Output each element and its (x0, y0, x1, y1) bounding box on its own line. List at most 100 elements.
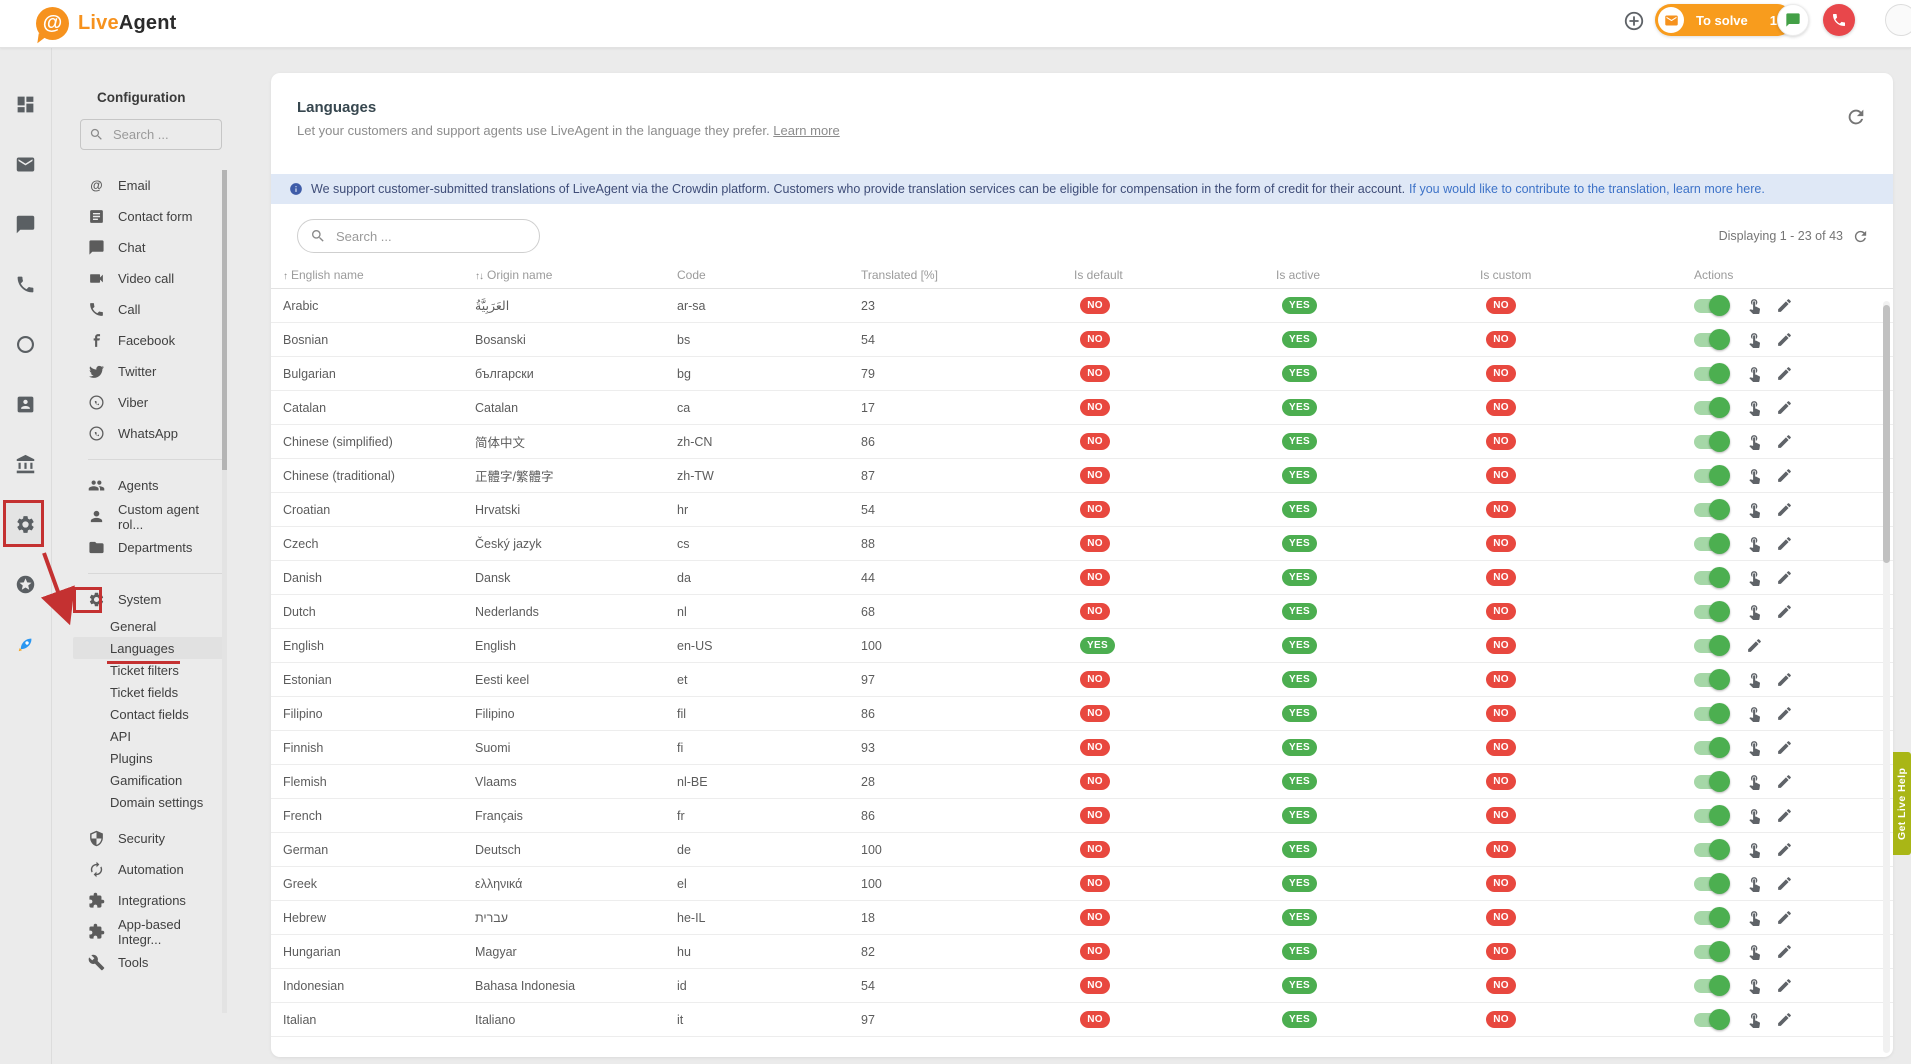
active-toggle[interactable] (1694, 469, 1727, 483)
learn-more-link[interactable]: Learn more (773, 123, 839, 138)
set-default-button[interactable] (1746, 297, 1763, 314)
set-default-button[interactable] (1746, 603, 1763, 620)
active-toggle[interactable] (1694, 333, 1727, 347)
edit-button[interactable] (1776, 297, 1793, 314)
active-toggle[interactable] (1694, 707, 1727, 721)
set-default-button[interactable] (1746, 875, 1763, 892)
edit-button[interactable] (1776, 467, 1793, 484)
add-button[interactable] (1623, 10, 1649, 36)
edit-button[interactable] (1776, 875, 1793, 892)
sidebar-subitem-languages[interactable]: Languages (73, 637, 227, 659)
active-toggle[interactable] (1694, 571, 1727, 585)
rail-item-billing[interactable] (0, 434, 51, 494)
set-default-button[interactable] (1746, 365, 1763, 382)
active-toggle[interactable] (1694, 299, 1727, 313)
edit-button[interactable] (1776, 773, 1793, 790)
active-toggle[interactable] (1694, 741, 1727, 755)
set-default-button[interactable] (1746, 977, 1763, 994)
active-toggle[interactable] (1694, 775, 1727, 789)
active-toggle[interactable] (1694, 809, 1727, 823)
sidebar-search-input[interactable] (111, 126, 211, 143)
set-default-button[interactable] (1746, 399, 1763, 416)
sidebar-item-automation[interactable]: Automation (52, 854, 227, 885)
edit-button[interactable] (1776, 1011, 1793, 1028)
set-default-button[interactable] (1746, 909, 1763, 926)
active-toggle[interactable] (1694, 673, 1727, 687)
sidebar-item-departments[interactable]: Departments (52, 532, 227, 563)
rail-item-calls[interactable] (0, 254, 51, 314)
table-search[interactable] (297, 219, 540, 253)
set-default-button[interactable] (1746, 943, 1763, 960)
set-default-button[interactable] (1746, 569, 1763, 586)
edit-button[interactable] (1776, 705, 1793, 722)
active-toggle[interactable] (1694, 979, 1727, 993)
sidebar-scrollbar-thumb[interactable] (222, 170, 227, 470)
active-toggle[interactable] (1694, 605, 1727, 619)
sidebar-subitem-gamification[interactable]: Gamification (52, 769, 227, 791)
edit-button[interactable] (1776, 331, 1793, 348)
sidebar-item-system[interactable]: System (52, 584, 227, 615)
sidebar-subitem-api[interactable]: API (52, 725, 227, 747)
calls-status-button[interactable] (1823, 4, 1855, 36)
set-default-button[interactable] (1746, 705, 1763, 722)
column-header-is-active[interactable]: Is active (1276, 268, 1480, 282)
edit-button[interactable] (1776, 399, 1793, 416)
edit-button[interactable] (1776, 433, 1793, 450)
sidebar-item-integrations[interactable]: Integrations (52, 885, 227, 916)
edit-button[interactable] (1776, 841, 1793, 858)
set-default-button[interactable] (1746, 331, 1763, 348)
rail-item-activity[interactable] (0, 314, 51, 374)
sidebar-item-video-call[interactable]: Video call (52, 263, 227, 294)
rail-item-chats[interactable] (0, 194, 51, 254)
banner-link[interactable]: If you would like to contribute to the t… (1409, 182, 1765, 196)
sidebar-search[interactable] (80, 119, 222, 150)
edit-button[interactable] (1776, 909, 1793, 926)
column-header-english-name[interactable]: ↑English name (283, 268, 475, 282)
edit-button[interactable] (1776, 943, 1793, 960)
set-default-button[interactable] (1746, 671, 1763, 688)
active-toggle[interactable] (1694, 877, 1727, 891)
sidebar-item-chat[interactable]: Chat (52, 232, 227, 263)
column-header-origin-name[interactable]: ↑↓Origin name (475, 268, 677, 282)
sidebar-item-facebook[interactable]: Facebook (52, 325, 227, 356)
set-default-button[interactable] (1746, 433, 1763, 450)
active-toggle[interactable] (1694, 537, 1727, 551)
column-header-actions[interactable]: Actions (1694, 268, 1893, 282)
sidebar-item-whatsapp[interactable]: WhatsApp (52, 418, 227, 449)
active-toggle[interactable] (1694, 945, 1727, 959)
active-toggle[interactable] (1694, 401, 1727, 415)
rail-item-settings[interactable] (0, 494, 51, 554)
rail-item-dashboard[interactable] (0, 74, 51, 134)
sidebar-item-agents[interactable]: Agents (52, 470, 227, 501)
sidebar-subitem-plugins[interactable]: Plugins (52, 747, 227, 769)
sidebar-item-security[interactable]: Security (52, 823, 227, 854)
to-solve-button[interactable]: To solve 1 (1655, 4, 1793, 36)
set-default-button[interactable] (1746, 739, 1763, 756)
column-header-code[interactable]: Code (677, 268, 861, 282)
active-toggle[interactable] (1694, 435, 1727, 449)
table-scrollbar-thumb[interactable] (1883, 305, 1890, 563)
rail-item-contacts[interactable] (0, 374, 51, 434)
table-search-input[interactable] (334, 228, 524, 245)
sidebar-subitem-ticket-fields[interactable]: Ticket fields (52, 681, 227, 703)
sidebar-item-contact-form[interactable]: Contact form (52, 201, 227, 232)
edit-button[interactable] (1776, 739, 1793, 756)
get-live-help-tab[interactable]: Get Live Help (1893, 752, 1911, 855)
active-toggle[interactable] (1694, 843, 1727, 857)
rail-item-starred[interactable] (0, 554, 51, 614)
sidebar-subitem-contact-fields[interactable]: Contact fields (52, 703, 227, 725)
sidebar-item-app-based-integr[interactable]: App-based Integr... (52, 916, 227, 947)
set-default-button[interactable] (1746, 841, 1763, 858)
edit-button[interactable] (1776, 977, 1793, 994)
active-toggle[interactable] (1694, 367, 1727, 381)
set-default-button[interactable] (1746, 467, 1763, 484)
sidebar-item-viber[interactable]: Viber (52, 387, 227, 418)
sidebar-item-custom-agent-rol[interactable]: Custom agent rol... (52, 501, 227, 532)
sidebar-subitem-general[interactable]: General (52, 615, 227, 637)
edit-button[interactable] (1776, 501, 1793, 518)
edit-button[interactable] (1746, 637, 1763, 654)
active-toggle[interactable] (1694, 503, 1727, 517)
set-default-button[interactable] (1746, 807, 1763, 824)
edit-button[interactable] (1776, 807, 1793, 824)
sidebar-item-email[interactable]: @Email (52, 170, 227, 201)
